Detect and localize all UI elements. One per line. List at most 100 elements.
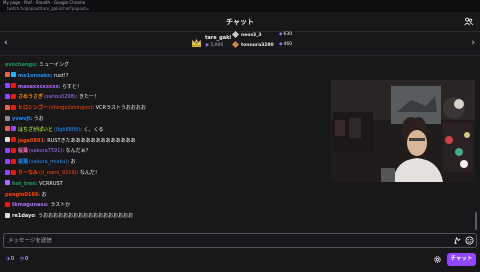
chat-header: チャット [0, 12, 480, 32]
chat-username[interactable]: りーなみ [18, 170, 38, 176]
chat-badge-icon[interactable] [5, 137, 10, 143]
leaderboard-top[interactable]: tare_gaki ◉ 5,000 [191, 34, 231, 54]
community-icon[interactable] [464, 17, 473, 26]
chat-message: me1onneko: rust!? [5, 72, 68, 80]
chat-username[interactable]: masaxxxxxxxx [18, 84, 59, 90]
channel-points[interactable]: ⬗0 ◔0 [6, 254, 32, 264]
leaderboard-top-points: ◉ 5,000 [205, 43, 224, 48]
chat-badge-icon[interactable] [5, 126, 10, 132]
chat-badge-icon[interactable] [5, 104, 10, 110]
leaderboard-entry-name: tonnura3280 [241, 43, 274, 48]
leaderboard-entry-score: ◆630 [279, 32, 293, 37]
leaderboard-top-name: tare_gaki [205, 35, 232, 41]
chat-badge-icon[interactable] [11, 104, 16, 110]
leaderboard: ‹ tare_gaki ◉ 5,000 neos3_3 ◆630 tonnura… [0, 30, 480, 56]
chat-badge-icon[interactable] [5, 147, 10, 153]
chat-message-text: : なんだぁ？ [62, 148, 91, 155]
chat-badge-icon[interactable] [5, 93, 10, 99]
chat-username[interactable]: pengin0166 [5, 192, 38, 198]
chat-username[interactable]: hot_tren [12, 181, 36, 187]
chat-message: masaxxxxxxxx: らすと！ [5, 83, 82, 91]
chat-badge-icon[interactable] [5, 201, 10, 207]
chat-message-text: : お [67, 159, 76, 166]
chat-username[interactable]: jaga0891 [18, 138, 44, 144]
leaderboard-entry-points: 460 [283, 42, 293, 47]
chat-badge-icon[interactable] [5, 212, 10, 218]
chat-username[interactable]: ヒロシンゴー [18, 105, 48, 111]
chat-message: ヒロシンゴー(shingo2shingoo): VCRラストうおおおお [5, 104, 146, 112]
leaderboard-entry[interactable]: tonnura3280 ◆460 [231, 40, 292, 50]
chevron-left-icon[interactable]: ‹ [4, 38, 8, 48]
chat-badge-icon[interactable] [5, 169, 10, 175]
crown-icon [191, 38, 202, 47]
chat-username-login[interactable]: (sanou0298) [44, 94, 76, 100]
chat-username-login[interactable]: (shingo2shingoo) [49, 105, 92, 111]
chevron-right-icon[interactable]: › [471, 38, 475, 48]
chat-username[interactable]: tkmagunasu [12, 202, 47, 208]
chat-message: hot_tren: VCRRUST [5, 180, 63, 188]
chat-title: チャット [226, 18, 254, 26]
chat-username[interactable]: me1onneko [18, 73, 51, 79]
chat-badge-icon[interactable] [11, 83, 16, 89]
chat-username-login[interactable]: (ri_nami_0219) [39, 170, 77, 176]
chat-message-input[interactable] [8, 235, 448, 247]
chat-message: jaga0891: RUSTきたあああああああああああああ [5, 137, 136, 145]
gem-icon [231, 30, 240, 39]
chat-username-login[interactable]: (sakura7591) [29, 148, 62, 154]
chat-username[interactable]: はちざがぱいと [18, 127, 53, 133]
chat-badge-icon[interactable] [11, 169, 16, 175]
chat-username[interactable]: 桜葉 [18, 148, 28, 154]
chat-message: 桜葉(sakura7591): なんだぁ？ [5, 147, 91, 155]
chat-input-container [3, 233, 477, 248]
chat-badge-icon[interactable] [5, 83, 10, 89]
chat-username[interactable]: re1dayo [12, 213, 35, 219]
chat-message-text: : なんだ！ [76, 170, 100, 176]
chat-message: evochangu: ミューイング [5, 61, 69, 69]
bits-value: 0 [10, 256, 15, 262]
chat-badge-icon[interactable] [5, 158, 10, 164]
chat-badge-icon[interactable] [5, 72, 10, 78]
chat-message: pengin0166: お [5, 191, 47, 199]
chat-username-login[interactable]: (8gb8888) [54, 127, 80, 133]
chat-username[interactable]: evochangu [5, 62, 36, 68]
chat-message: yvwvjt: うお [5, 115, 44, 123]
chat-username[interactable]: yvwvjt [12, 116, 31, 122]
chat-badge-icon[interactable] [11, 126, 16, 132]
chat-message-text: : rust!? [50, 72, 69, 79]
leaderboard-entry-name: neos3_3 [241, 33, 262, 38]
chat-footer: ⬗0 ◔0 チャット [0, 250, 480, 272]
chat-badge-icon[interactable] [11, 72, 16, 78]
chat-scrollbar[interactable] [475, 212, 477, 230]
chat-message: りーなみ(ri_nami_0219): なんだ！ [5, 169, 100, 177]
leaderboard-entry-score: ◆460 [279, 42, 293, 47]
chat-message-text: : ミューイング [35, 62, 69, 68]
chat-badge-icon[interactable] [5, 115, 10, 121]
streamer-video-frame [331, 80, 475, 182]
chat-message-text: : うお [30, 116, 44, 122]
channel-points-icon: ◔ [19, 256, 25, 262]
cheer-icon[interactable] [453, 236, 462, 245]
leaderboard-entry[interactable]: neos3_3 ◆630 [231, 30, 292, 40]
gear-icon[interactable] [433, 255, 442, 264]
emote-icon[interactable] [465, 236, 474, 245]
chat-message-text: : VCRラストうおおおお [92, 105, 146, 112]
chat-badge-icon[interactable] [11, 93, 16, 99]
chat-message: さめうさぎ(sanou0298): きたー！ [5, 93, 99, 101]
chat-message-text: : VCRRUST [35, 180, 63, 187]
chat-message: 桜葉(sakura_miaku): お [5, 158, 76, 166]
chat-badge-icon[interactable] [5, 180, 10, 186]
chat-badge-icon[interactable] [11, 147, 16, 153]
channel-points-value: 0 [25, 256, 29, 262]
chat-badge-icon[interactable] [11, 137, 16, 143]
chat-message-text: : RUSTきたあああああああああああああ [43, 137, 136, 144]
chat-message-text: : きたー！ [75, 94, 99, 101]
chat-message: tkmagunasu: ラストか [5, 201, 70, 209]
chat-send-button[interactable]: チャット [447, 253, 476, 266]
gem-icon [231, 40, 240, 49]
leaderboard-entry-points: 630 [283, 32, 293, 37]
chat-username[interactable]: 桜葉 [18, 159, 28, 165]
chat-badge-icon[interactable] [11, 158, 16, 164]
chat-username-login[interactable]: (sakura_miaku) [29, 159, 67, 165]
chat-username[interactable]: さめうさぎ [18, 94, 43, 100]
stream-video-overlay[interactable] [331, 80, 475, 182]
